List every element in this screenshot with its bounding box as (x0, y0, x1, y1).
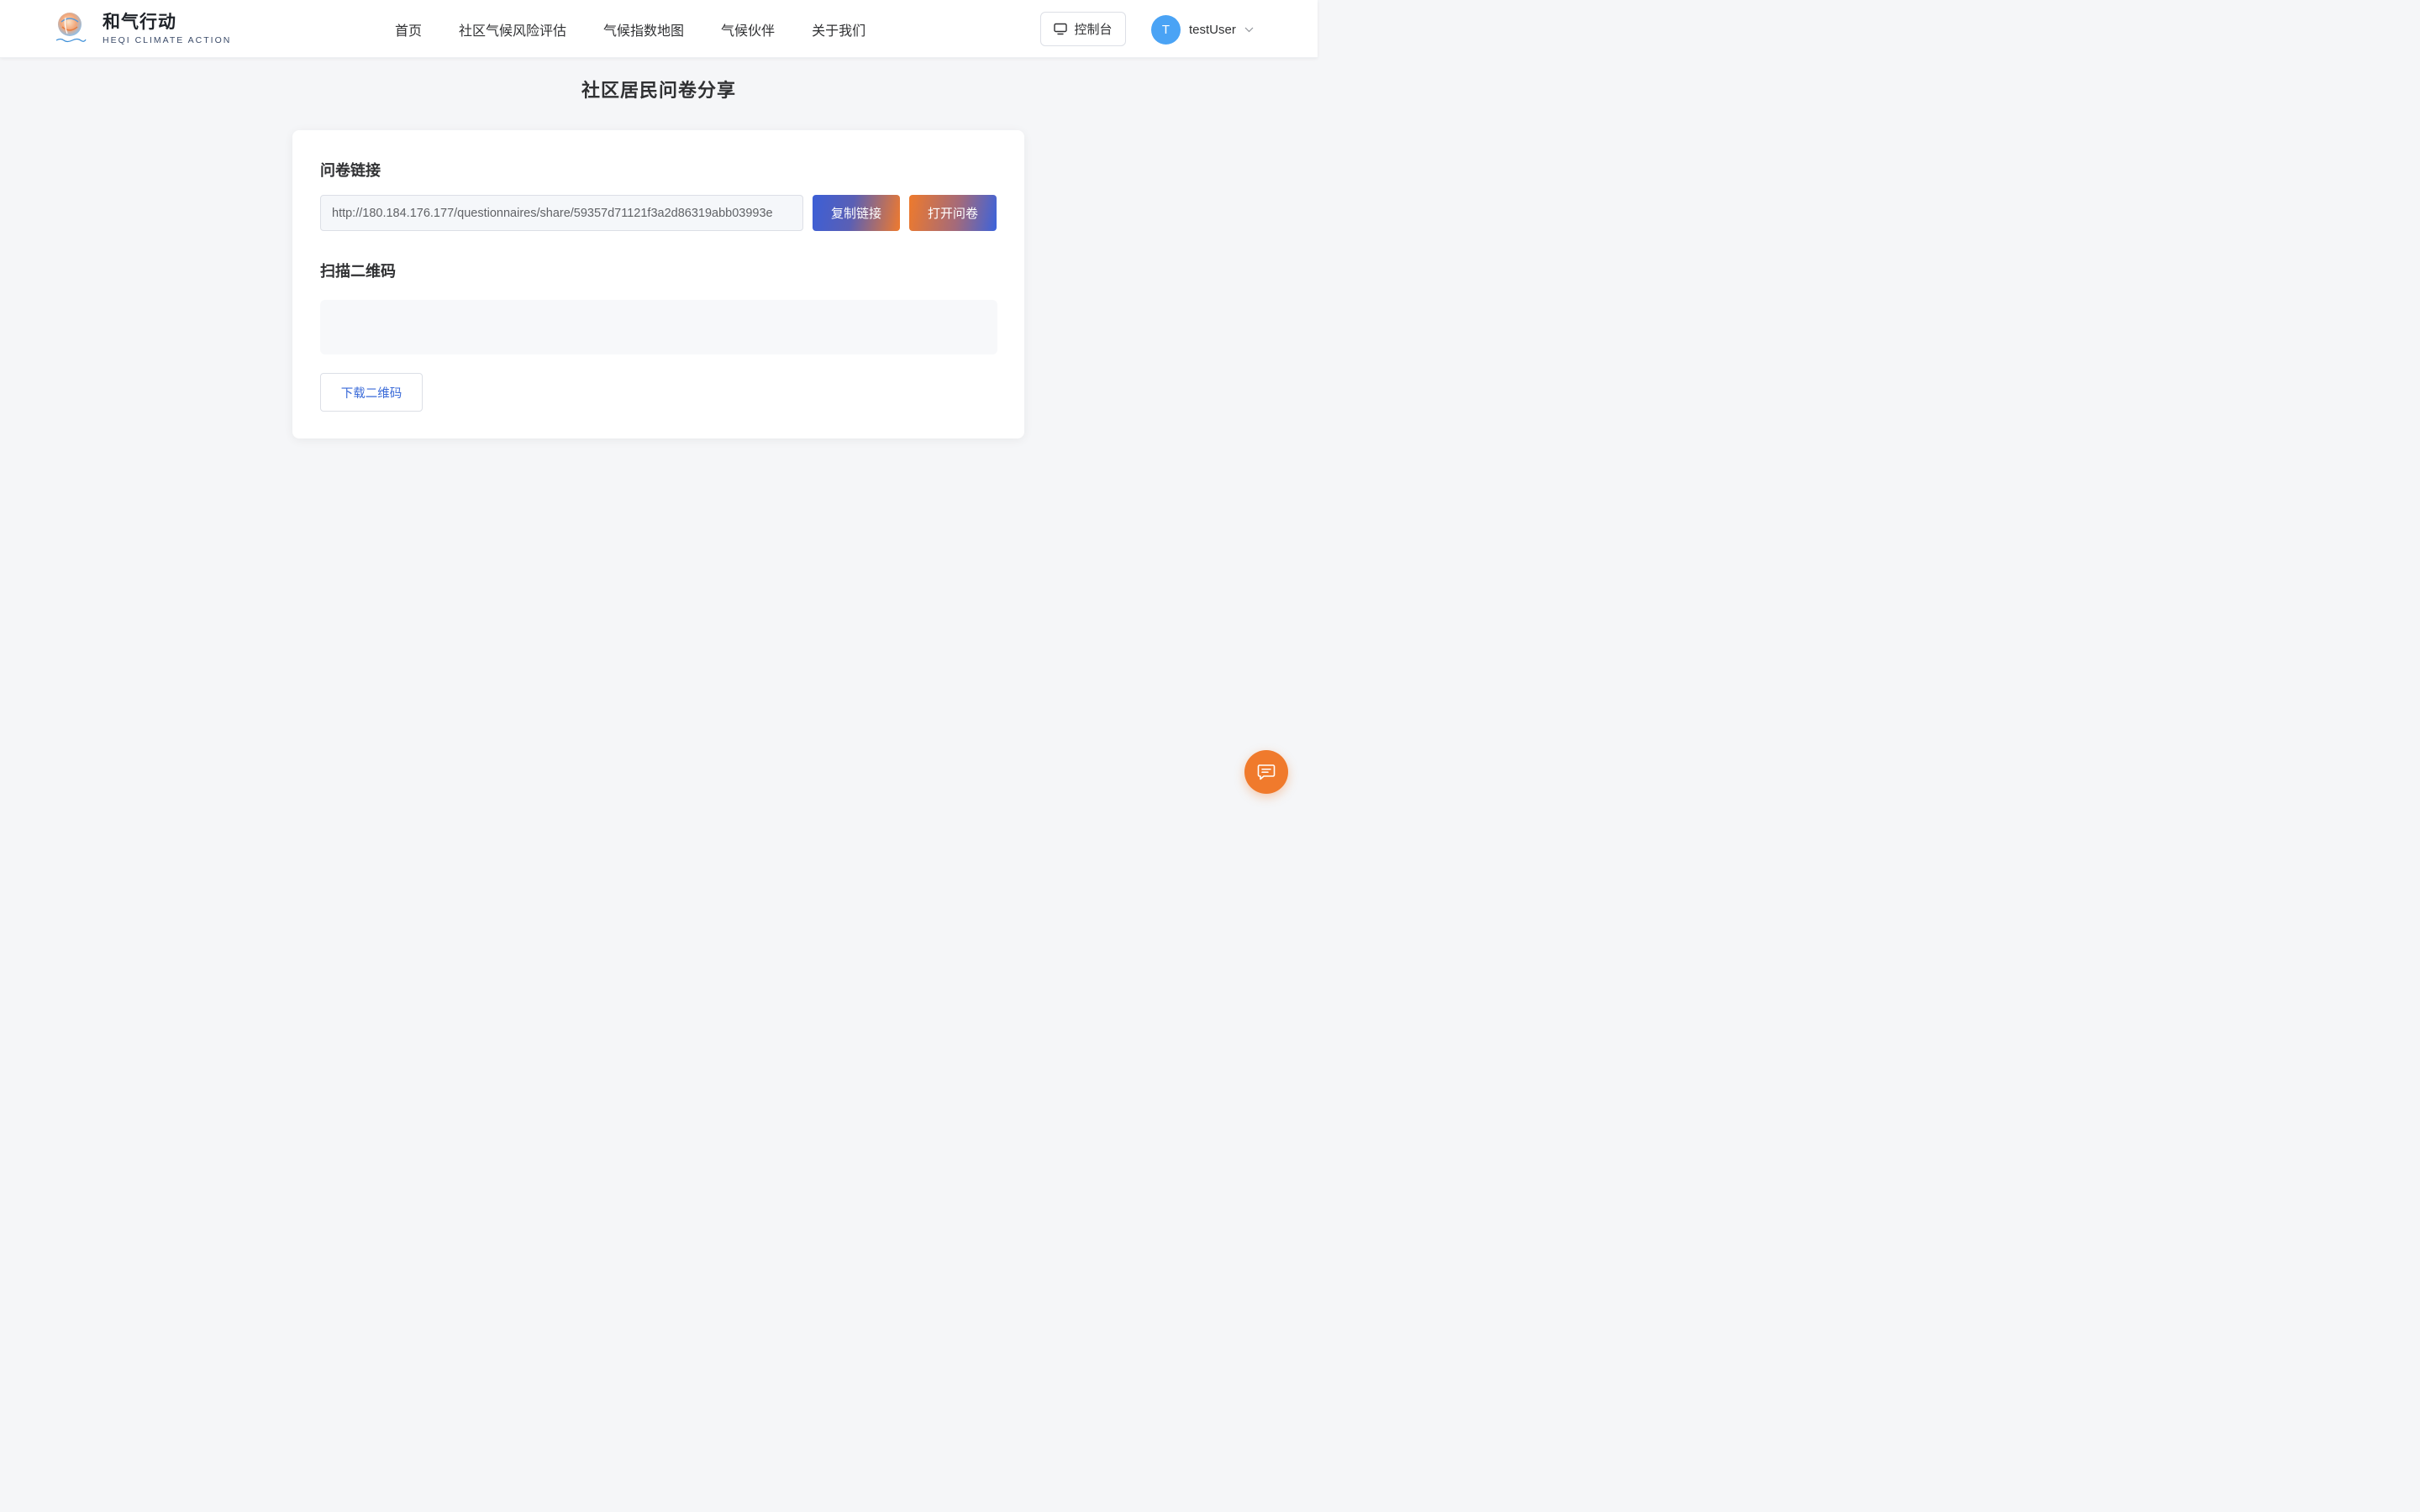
monitor-icon (1054, 23, 1068, 35)
globe-logo-icon (54, 10, 87, 47)
username: testUser (1189, 22, 1236, 37)
nav-item-risk-assessment[interactable]: 社区气候风险评估 (459, 19, 566, 39)
avatar: T (1151, 14, 1181, 45)
nav-item-about[interactable]: 关于我们 (812, 19, 865, 39)
chevron-down-icon (1244, 27, 1254, 32)
chat-button[interactable] (1244, 750, 1288, 794)
link-section-title: 问卷链接 (320, 162, 381, 180)
share-card: 问卷链接 复制链接 打开问卷 扫描二维码 下载二维码 (292, 130, 1024, 438)
user-menu[interactable]: T testUser (1151, 14, 1254, 45)
page-title: 社区居民问卷分享 (581, 81, 736, 102)
copy-link-button[interactable]: 复制链接 (813, 195, 900, 231)
download-qr-button[interactable]: 下载二维码 (320, 373, 423, 412)
top-header: 和气行动 HEQI CLIMATE ACTION 首页 社区气候风险评估 气候指… (0, 0, 1318, 58)
console-button-label: 控制台 (1074, 22, 1113, 37)
questionnaire-link-input[interactable] (320, 195, 803, 231)
nav-item-home[interactable]: 首页 (395, 19, 422, 39)
main-nav: 首页 社区气候风险评估 气候指数地图 气候伙伴 关于我们 (395, 0, 902, 58)
chat-icon (1257, 764, 1276, 780)
brand[interactable]: 和气行动 HEQI CLIMATE ACTION (54, 10, 231, 47)
open-questionnaire-button[interactable]: 打开问卷 (909, 195, 997, 231)
qr-code-area (320, 300, 997, 354)
nav-item-climate-map[interactable]: 气候指数地图 (603, 19, 684, 39)
brand-name: 和气行动 (103, 11, 176, 32)
brand-subtitle: HEQI CLIMATE ACTION (103, 34, 232, 45)
nav-item-partners[interactable]: 气候伙伴 (721, 19, 775, 39)
console-button[interactable]: 控制台 (1040, 12, 1126, 46)
qr-section-title: 扫描二维码 (320, 263, 396, 281)
